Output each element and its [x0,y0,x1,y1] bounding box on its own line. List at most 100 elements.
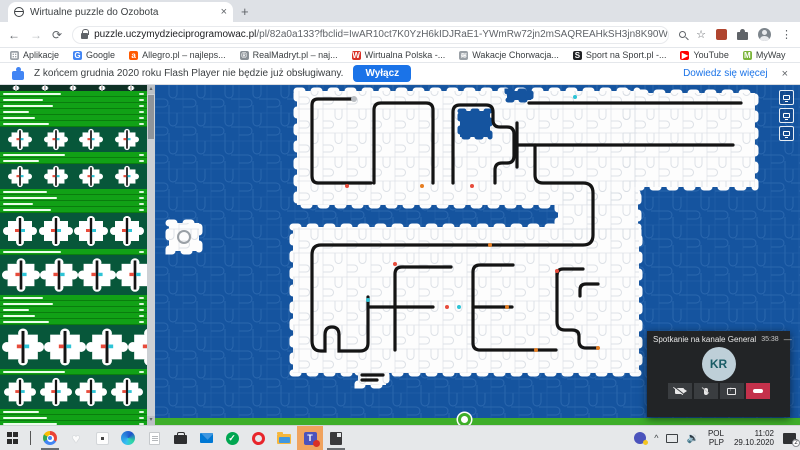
taskbar-photos-app[interactable] [323,426,349,450]
puzzle-thumbnail[interactable] [4,375,36,409]
puzzle-thumbnail[interactable] [44,164,68,189]
puzzle-thumbnail[interactable] [40,255,78,295]
extension-icon[interactable] [716,29,727,40]
bookmark-item[interactable]: ≋Wakacje Chorwacja... [459,50,559,60]
extensions-puzzle-icon[interactable] [737,32,748,40]
puzzle-thumbnail[interactable] [44,127,68,152]
puzzle-thumbnail[interactable] [79,164,103,189]
workspace-control-button[interactable] [779,90,794,105]
taskbar-mail[interactable] [193,426,219,450]
sidebar-item-count [139,197,144,199]
scrollbar-thumb[interactable] [148,95,154,139]
minimize-icon[interactable]: — [784,335,792,344]
sidebar-scrollbar[interactable]: ▴ ▾ [147,85,155,425]
tray-teams-status[interactable] [630,426,650,450]
puzzle-thumbnail[interactable] [79,127,103,152]
puzzle-thumbnail[interactable] [2,325,44,369]
bookmark-item[interactable]: aAllegro.pl – najleps... [129,50,226,60]
sidebar-item-label [3,99,43,101]
flash-close-icon[interactable]: × [782,68,788,80]
puzzle-thumbnail[interactable] [128,325,147,369]
puzzle-thumbnail[interactable] [115,164,139,189]
puzzle-thumbnail[interactable] [111,375,143,409]
bookmark-item[interactable]: ⊞Aplikacje [10,50,59,60]
puzzle-thumbnail[interactable] [61,85,85,91]
mic-mute-button[interactable] [694,383,718,399]
taskbar-file-explorer[interactable] [271,426,297,450]
puzzle-thumbnail[interactable] [40,375,72,409]
scroll-down-icon[interactable]: ▾ [147,416,155,425]
profile-avatar[interactable] [758,28,771,41]
puzzle-thumbnail[interactable] [2,255,40,295]
puzzle-thumbnail[interactable] [33,85,57,91]
flash-disable-button[interactable]: Wyłącz [353,65,411,82]
bookmark-item[interactable]: GGoogle [73,50,115,60]
taskbar-notes-app[interactable] [89,426,115,450]
puzzle-thumbnail[interactable] [74,213,108,249]
puzzle-thumbnail[interactable] [75,375,107,409]
edge-icon [121,431,135,445]
puzzle-thumbnail[interactable] [86,325,128,369]
puzzle-thumbnail[interactable] [3,213,37,249]
taskbar-edge[interactable] [115,426,141,450]
hang-up-button[interactable] [746,383,770,399]
share-screen-button[interactable] [720,383,744,399]
progress-strip [155,418,800,425]
lang-code: POL [708,429,724,438]
notification-center[interactable]: 2 [779,426,800,450]
bookmark-item[interactable]: SSport na Sport.pl -... [573,50,667,60]
address-bar[interactable]: puzzle.uczymydzieciprogramowac.pl/pl/82a… [72,26,669,44]
clock[interactable]: 11:02 29.10.2020 [729,426,779,450]
puzzle-thumbnail[interactable] [39,213,73,249]
taskbar-green-app[interactable]: ✓ [219,426,245,450]
sidebar-menu-item[interactable] [0,421,147,425]
puzzle-workspace[interactable]: Spotkanie na kanale General 35:38 — KR [155,85,800,425]
taskbar-teams[interactable]: T [297,426,323,450]
learn-more-link[interactable]: Dowiedz się więcej [683,68,767,79]
tray-expand-icon[interactable]: ^ [650,426,662,450]
bookmark-star-icon[interactable]: ☆ [696,28,706,41]
forward-icon[interactable]: → [30,28,42,42]
taskbar-briefcase-app[interactable] [167,426,193,450]
browser-tab[interactable]: Wirtualne puzzle do Ozobota × [8,2,233,22]
sidebar-rows [0,85,147,425]
reload-icon[interactable]: ⟳ [52,28,62,42]
zoom-search-icon[interactable] [679,31,686,38]
puzzle-thumbnail[interactable] [8,127,32,152]
camera-off-button[interactable] [668,383,692,399]
tab-close-icon[interactable]: × [221,6,227,18]
puzzle-thumbnail[interactable] [90,85,114,91]
puzzle-thumbnail[interactable] [78,255,116,295]
new-tab-button[interactable]: + [241,4,249,19]
language-indicator[interactable]: POL PLP [703,426,729,450]
sidebar-item-label [3,160,39,162]
progress-handle[interactable] [458,413,471,425]
taskbar-chrome[interactable] [37,426,63,450]
taskbar-opera[interactable] [245,426,271,450]
puzzle-thumbnail[interactable] [4,85,28,91]
bookmark-item[interactable]: WWirtualna Polska -... [352,50,446,60]
puzzle-thumbnail[interactable] [110,213,144,249]
heart-icon: ♥ [72,431,80,446]
puzzle-thumbnail[interactable] [8,164,32,189]
teams-meeting-overlay[interactable]: Spotkanie na kanale General 35:38 — KR [647,331,790,417]
tray-display[interactable] [662,426,682,450]
puzzle-thumbnail[interactable] [44,325,86,369]
taskbar-document-app[interactable] [141,426,167,450]
workspace-control-button[interactable] [779,126,794,141]
tray-volume-icon[interactable]: 🔉 [682,426,702,450]
bookmark-label: Wakacje Chorwacja... [472,50,559,60]
bookmark-item[interactable]: MMyWay [743,50,786,60]
puzzle-thumbnail[interactable] [115,127,139,152]
scroll-up-icon[interactable]: ▴ [147,85,155,94]
start-button[interactable] [0,426,26,450]
puzzle-thumbnail[interactable] [119,85,143,91]
workspace-control-button[interactable] [779,108,794,123]
puzzle-thumbnail[interactable] [116,255,147,295]
back-icon[interactable]: ← [8,28,20,42]
browser-menu-icon[interactable]: ⋮ [781,28,792,41]
sidebar-item-count [139,251,144,253]
bookmark-item[interactable]: ▶YouTube [680,50,728,60]
taskbar-heart-app[interactable]: ♥ [63,426,89,450]
bookmark-item[interactable]: ®RealMadryt.pl – naj... [240,50,338,60]
